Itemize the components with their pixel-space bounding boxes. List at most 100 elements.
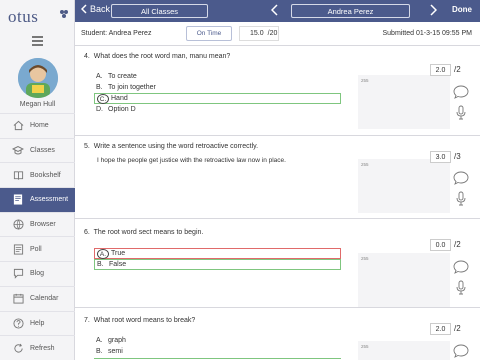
- score-max: /2: [454, 65, 461, 74]
- char-count: 255: [361, 256, 369, 261]
- answer-option[interactable]: B. semi: [94, 346, 341, 357]
- top-navigation-bar: Back All Classes Andrea Perez Done: [75, 0, 480, 22]
- sidebar-item-browser[interactable]: Browser: [0, 211, 75, 237]
- student-info-bar: Student: Andrea Perez On Time 15.0 /20 S…: [75, 22, 480, 46]
- answer-option-selected[interactable]: A. True: [94, 248, 341, 259]
- answer-option[interactable]: B. False: [94, 259, 341, 270]
- student-label: Student: Andrea Perez: [81, 30, 152, 37]
- sidebar-item-label: Browser: [30, 221, 56, 229]
- blog-icon: [12, 268, 24, 280]
- sidebar-item-classes[interactable]: Classes: [0, 137, 75, 163]
- help-icon: [12, 317, 24, 329]
- sidebar-item-home[interactable]: Home: [0, 113, 75, 138]
- answer-option[interactable]: B. To join together: [94, 82, 341, 93]
- question-card: 7. What root word means to break? A. gra…: [75, 309, 480, 360]
- browser-icon: [12, 219, 24, 231]
- option-text: True: [111, 250, 126, 257]
- comment-icon[interactable]: [453, 260, 469, 274]
- question-text: 6. The root word sect means to begin.: [84, 229, 203, 236]
- question-prompt: What root word means to break?: [93, 317, 196, 324]
- sidebar-nav: Home Classes Bookshelf Assessment Browse…: [0, 113, 75, 360]
- question-number: 7.: [84, 317, 90, 324]
- sidebar-item-label: Bookshelf: [30, 171, 61, 179]
- back-button[interactable]: Back: [81, 4, 110, 14]
- option-text: Hand: [111, 95, 128, 102]
- app-logo: otus: [8, 7, 39, 26]
- total-score-value: 15.0: [250, 30, 264, 37]
- sidebar-item-bookshelf[interactable]: Bookshelf: [0, 162, 75, 187]
- score-input[interactable]: 0.0: [430, 239, 451, 251]
- microphone-icon[interactable]: [453, 105, 469, 121]
- char-count: 255: [361, 344, 369, 349]
- question-number: 5.: [84, 143, 90, 150]
- total-score-max: /20: [267, 30, 278, 37]
- chevron-left-icon: [81, 4, 87, 14]
- score-input[interactable]: 2.0: [430, 323, 451, 335]
- option-text: Option D: [108, 106, 136, 113]
- score-max: /2: [454, 240, 461, 249]
- comment-box[interactable]: 255: [358, 75, 450, 129]
- student-selector[interactable]: Andrea Perez: [291, 4, 410, 18]
- classes-icon: [12, 145, 24, 157]
- option-letter: B.: [97, 261, 104, 268]
- score-input[interactable]: 2.0: [430, 64, 451, 76]
- microphone-icon[interactable]: [453, 191, 469, 207]
- sidebar-item-refresh[interactable]: Refresh: [0, 335, 75, 360]
- sidebar: otus Megan Hull Home Classes Bookshelf A…: [0, 0, 75, 360]
- correct-option-border: [94, 358, 341, 359]
- class-selector[interactable]: All Classes: [111, 4, 208, 18]
- option-text: False: [109, 261, 127, 268]
- question-card: 5. Write a sentence using the word retro…: [75, 137, 480, 219]
- calendar-icon: [12, 293, 24, 305]
- question-prompt: Write a sentence using the word retroact…: [93, 143, 259, 150]
- sidebar-item-label: Help: [30, 319, 45, 327]
- char-count: 255: [361, 78, 369, 83]
- answer-option-selected[interactable]: C. Hand: [94, 93, 341, 104]
- question-card: 4. What does the root word man, manu mea…: [75, 47, 480, 136]
- sidebar-item-label: Calendar: [30, 295, 59, 303]
- score-max: /2: [454, 324, 461, 333]
- comment-box[interactable]: 255: [358, 341, 450, 360]
- comment-box[interactable]: 255: [358, 253, 450, 307]
- score-input[interactable]: 3.0: [430, 151, 451, 163]
- answer-option[interactable]: A. graph: [94, 335, 341, 346]
- char-count: 255: [361, 162, 369, 167]
- option-letter: A.: [96, 337, 103, 344]
- question-number: 6.: [84, 229, 90, 236]
- sidebar-item-calendar[interactable]: Calendar: [0, 285, 75, 311]
- question-card: 6. The root word sect means to begin. A.…: [75, 220, 480, 308]
- option-text: To join together: [108, 84, 156, 91]
- assessment-icon: [12, 194, 24, 206]
- option-letter: C.: [97, 93, 109, 104]
- next-student-icon[interactable]: [430, 4, 437, 16]
- microphone-icon[interactable]: [453, 280, 469, 296]
- total-score: 15.0 /20: [239, 26, 279, 41]
- user-name: Megan Hull: [19, 101, 56, 108]
- answer-option[interactable]: A. To create: [94, 71, 341, 82]
- home-icon: [12, 120, 24, 132]
- menu-icon[interactable]: [32, 36, 43, 46]
- previous-student-icon[interactable]: [271, 4, 278, 16]
- question-text: 7. What root word means to break?: [84, 317, 195, 324]
- sidebar-item-poll[interactable]: Poll: [0, 236, 75, 261]
- sidebar-item-blog[interactable]: Blog: [0, 261, 75, 286]
- question-text: 5. Write a sentence using the word retro…: [84, 143, 258, 150]
- sidebar-item-assessment[interactable]: Assessment: [0, 187, 75, 212]
- comment-box[interactable]: 255: [358, 159, 450, 213]
- comment-icon[interactable]: [453, 85, 469, 99]
- logo-mark-icon: [60, 10, 68, 18]
- done-button[interactable]: Done: [452, 5, 472, 14]
- bookshelf-icon: [12, 169, 24, 181]
- status-badge[interactable]: On Time: [186, 26, 232, 41]
- refresh-icon: [12, 342, 24, 354]
- sidebar-item-label: Assessment: [30, 196, 69, 204]
- avatar[interactable]: [18, 58, 58, 98]
- poll-icon: [12, 243, 24, 255]
- question-prompt: What does the root word man, manu mean?: [93, 53, 231, 60]
- sidebar-item-label: Home: [30, 122, 49, 130]
- comment-icon[interactable]: [453, 344, 469, 358]
- answer-option[interactable]: D. Option D: [94, 104, 341, 115]
- sidebar-item-label: Blog: [30, 270, 45, 278]
- sidebar-item-help[interactable]: Help: [0, 310, 75, 336]
- comment-icon[interactable]: [453, 171, 469, 185]
